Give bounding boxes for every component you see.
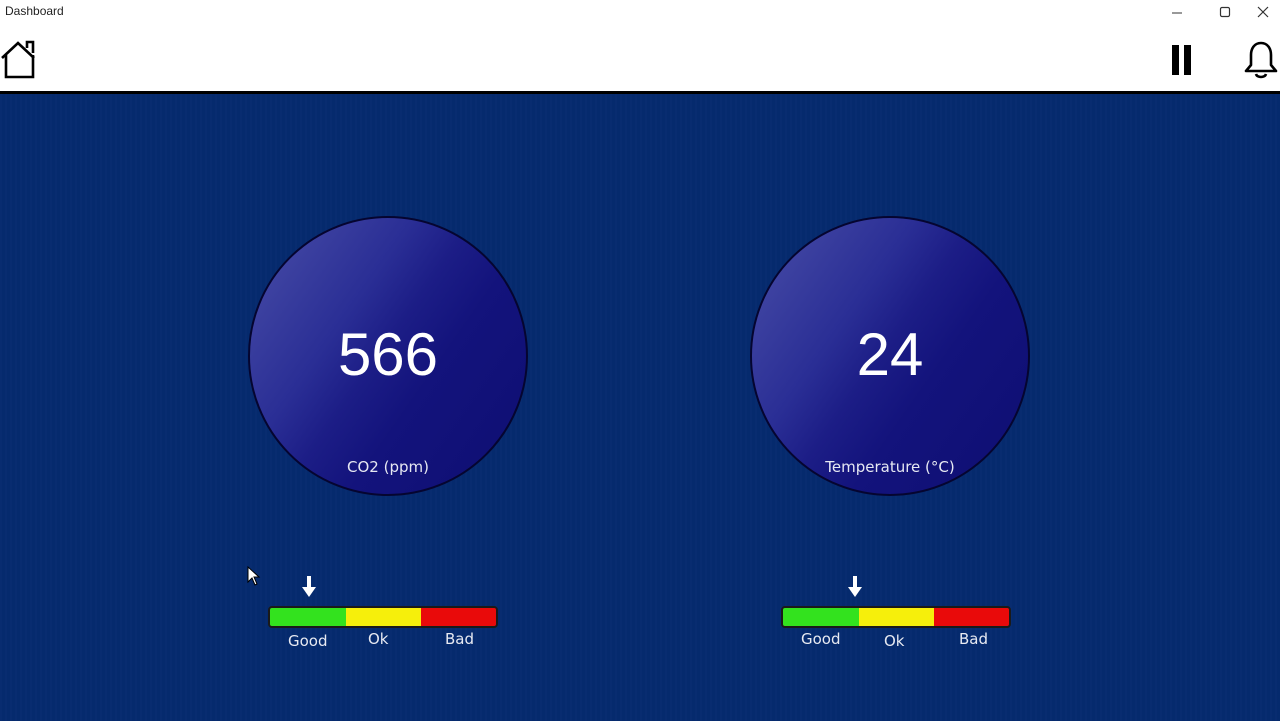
- temperature-scale-bar: [781, 606, 1011, 628]
- co2-quality-scale: Good Ok Bad: [268, 576, 498, 650]
- scale-label-bad: Bad: [445, 630, 475, 648]
- scale-segment-good: [270, 608, 346, 626]
- close-icon: [1257, 6, 1269, 18]
- notifications-button[interactable]: [1242, 40, 1280, 82]
- temperature-value: 24: [856, 321, 924, 388]
- scale-segment-ok: [345, 608, 422, 626]
- temperature-gauge: 24 Temperature (°C): [750, 216, 1030, 496]
- home-icon: [1, 40, 35, 79]
- maximize-icon: [1219, 6, 1231, 18]
- co2-scale-bar: [268, 606, 498, 628]
- close-button[interactable]: [1246, 0, 1280, 24]
- scale-label-bad: Bad: [959, 630, 989, 648]
- co2-gauge: 566 CO2 (ppm): [248, 216, 528, 496]
- window-title: Dashboard: [5, 4, 64, 18]
- scale-label-good: Good: [801, 630, 841, 648]
- bell-icon: [1244, 41, 1278, 79]
- scale-segment-good: [783, 608, 859, 626]
- scale-label-ok: Ok: [368, 630, 389, 648]
- scale-segment-bad: [421, 608, 496, 626]
- maximize-button[interactable]: [1202, 0, 1248, 24]
- toolbar: [0, 24, 1280, 92]
- scale-segment-ok: [858, 608, 935, 626]
- temperature-label: Temperature (°C): [825, 458, 955, 476]
- minimize-button[interactable]: [1154, 0, 1200, 24]
- temperature-indicator-arrow-icon: [847, 576, 862, 597]
- co2-value: 566: [337, 321, 439, 388]
- co2-label: CO2 (ppm): [347, 458, 429, 476]
- pause-icon: [1172, 45, 1191, 75]
- scale-label-good: Good: [288, 632, 328, 650]
- title-bar: Dashboard: [0, 0, 1280, 24]
- scale-segment-bad: [934, 608, 1009, 626]
- temperature-quality-scale: Good Ok Bad: [781, 576, 1011, 650]
- scale-label-ok: Ok: [884, 632, 905, 650]
- pause-button[interactable]: [1166, 40, 1198, 80]
- mouse-cursor-icon: [247, 566, 261, 586]
- minimize-icon: [1172, 12, 1182, 14]
- dashboard-panel: 566 CO2 (ppm) 24 Temperature (°C) Good O…: [0, 94, 1280, 721]
- co2-indicator-arrow-icon: [302, 576, 317, 597]
- home-button[interactable]: [0, 38, 40, 80]
